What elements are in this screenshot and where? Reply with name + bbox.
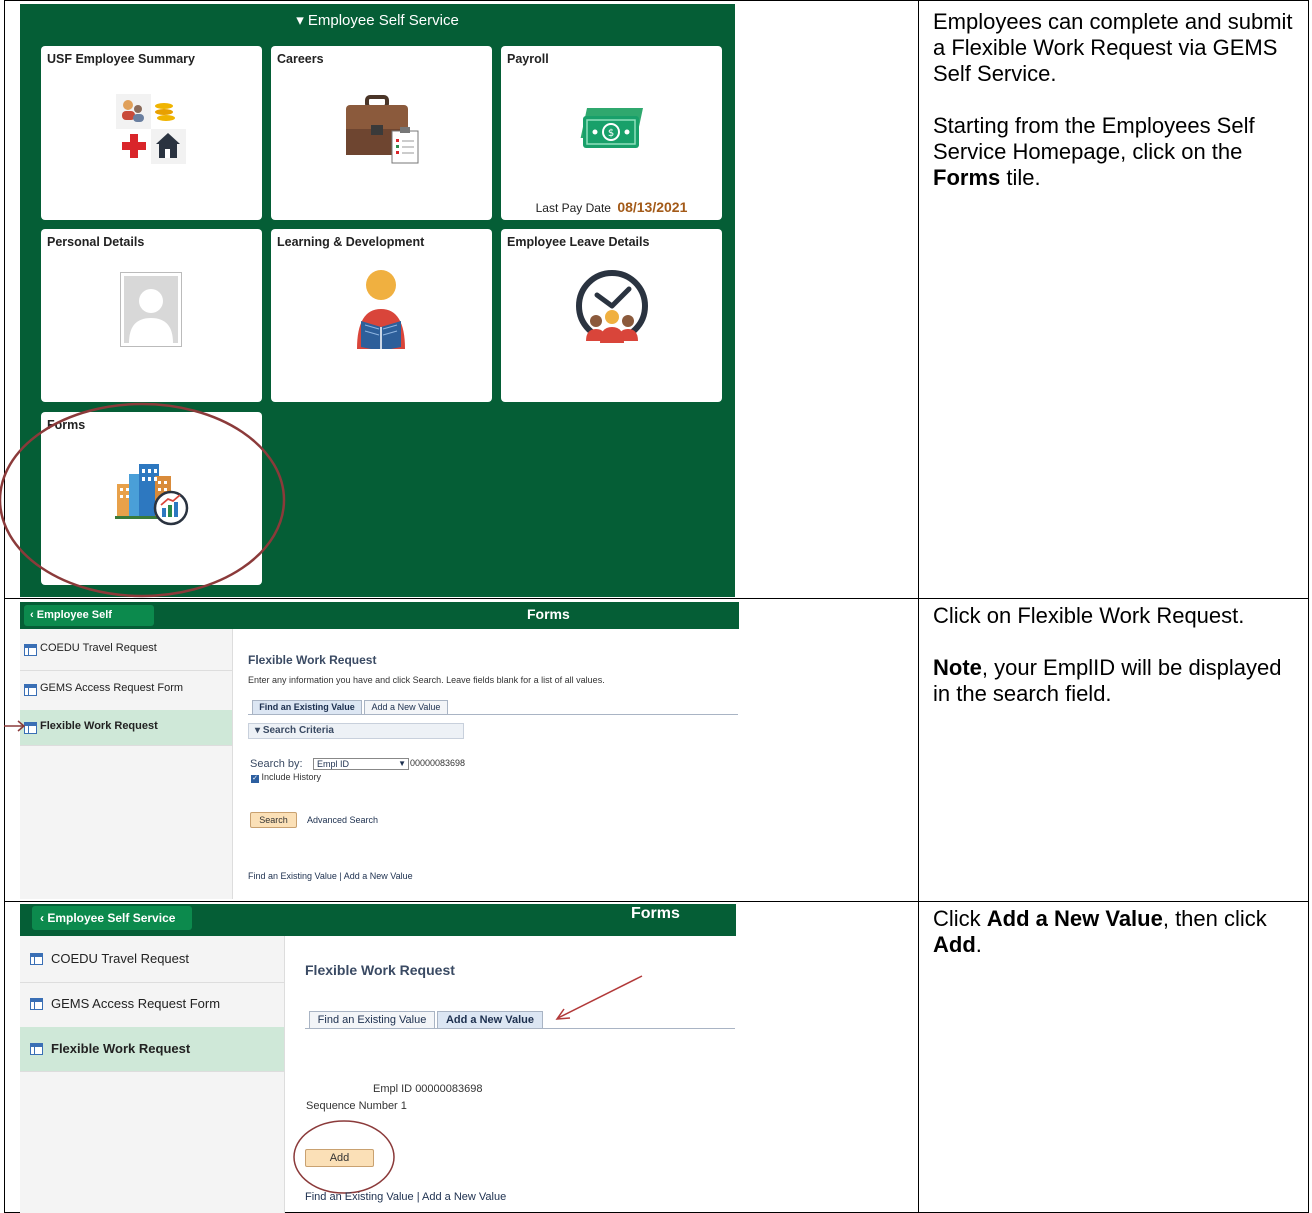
row2-footer-links: Find an Existing Value | Add a New Value [248, 871, 413, 881]
forms-callout-circle [0, 402, 286, 598]
add-callout-circle [293, 1120, 395, 1194]
last-pay-date: Last Pay Date 08/13/2021 [501, 199, 722, 215]
collapse-icon: ▾ [255, 725, 261, 736]
sidebar-item-flexible-work[interactable]: Flexible Work Request [20, 1027, 284, 1072]
svg-text:$: $ [608, 128, 614, 139]
component-icon [30, 1043, 43, 1055]
tile-learning-development[interactable]: Learning & Development [271, 229, 492, 402]
footer-find-link[interactable]: Find an Existing Value [305, 1191, 414, 1203]
tile-employee-leave-details[interactable]: Employee Leave Details [501, 229, 722, 402]
tile-careers[interactable]: Careers [271, 46, 492, 220]
component-icon [24, 644, 37, 656]
employee-summary-icon [116, 94, 186, 164]
arrow-icon [4, 720, 26, 732]
component-icon [30, 953, 43, 965]
row2-instruction-p1: Click on Flexible Work Request. [933, 603, 1245, 628]
chevron-down-icon: ▼ [398, 759, 406, 768]
empl-id-field: Empl ID 00000083698 [373, 1083, 482, 1095]
sidebar-item-coedu[interactable]: COEDU Travel Request [20, 936, 284, 983]
advanced-search-link[interactable]: Advanced Search [307, 815, 378, 825]
row2-instructions: Click on Flexible Work Request. Note, yo… [933, 603, 1293, 733]
component-title: Flexible Work Request [305, 962, 455, 978]
back-button[interactable]: ‹ Employee Self Service [32, 906, 192, 930]
tile-title: Learning & Development [277, 235, 425, 249]
briefcase-icon [346, 95, 419, 164]
tab-add-new[interactable]: Add a New Value [437, 1011, 543, 1029]
sequence-number-value[interactable]: 1 [401, 1100, 407, 1112]
reader-icon [357, 270, 405, 349]
row2-sidebar: COEDU Travel Request GEMS Access Request… [20, 629, 233, 899]
row1-instruction-p1: Employees can complete and submit a Flex… [933, 9, 1293, 86]
row3-instructions: Click Add a New Value, then click Add. [933, 906, 1293, 984]
include-history-checkbox[interactable]: ✓ Include History [251, 772, 321, 783]
sidebar-item-coedu[interactable]: COEDU Travel Request [20, 629, 232, 671]
tab-find-existing[interactable]: Find an Existing Value [309, 1011, 435, 1029]
arrow-icon [555, 975, 643, 1020]
footer-add-link[interactable]: Add a New Value [422, 1191, 506, 1203]
back-chevron-icon: ‹ [40, 911, 44, 925]
empl-id-label: Empl ID [373, 1083, 413, 1095]
sidebar-item-gems-access[interactable]: GEMS Access Request Form [20, 670, 232, 711]
component-icon [24, 684, 37, 696]
row3-instruction-p1: Click Add a New Value, then click Add. [933, 906, 1267, 957]
sequence-number-label: Sequence Number [306, 1100, 398, 1112]
tab-add-new[interactable]: Add a New Value [364, 700, 448, 715]
row2-instruction-p2: Note, your EmplID will be displayed in t… [933, 655, 1282, 706]
user-avatar-icon [120, 272, 182, 347]
empl-id-input[interactable]: 00000083698 [410, 758, 465, 768]
page-title: Forms [631, 905, 680, 922]
sidebar-item-gems-access[interactable]: GEMS Access Request Form [20, 982, 284, 1028]
component-title: Flexible Work Request [248, 653, 377, 667]
search-button[interactable]: Search [250, 812, 297, 828]
row1-instruction-p2: Starting from the Employees Self Service… [933, 113, 1255, 190]
tile-usf-employee-summary[interactable]: USF Employee Summary [41, 46, 262, 220]
row3-sidebar: COEDU Travel Request GEMS Access Request… [20, 936, 285, 1213]
footer-find-link[interactable]: Find an Existing Value [248, 871, 337, 881]
checkbox-checked-icon: ✓ [251, 775, 259, 783]
tile-title: Careers [277, 52, 324, 66]
empl-id-value: 00000083698 [415, 1083, 483, 1095]
help-text: Enter any information you have and click… [248, 675, 605, 685]
tile-title: USF Employee Summary [47, 52, 195, 66]
search-criteria-header[interactable]: ▾ Search Criteria [248, 723, 464, 739]
tile-title: Payroll [507, 52, 549, 66]
row3-footer-links: Find an Existing Value | Add a New Value [305, 1191, 507, 1203]
back-chevron-icon: ‹ [30, 609, 34, 621]
page-title: Forms [527, 606, 570, 622]
sidebar-item-flexible-work[interactable]: Flexible Work Request [20, 710, 232, 746]
tile-title: Employee Leave Details [507, 235, 650, 249]
search-by-select[interactable]: Empl ID ▼ [313, 758, 409, 770]
component-icon [30, 998, 43, 1010]
last-pay-value: 08/13/2021 [617, 199, 688, 215]
row1-instructions: Employees can complete and submit a Flex… [933, 9, 1293, 217]
tile-payroll[interactable]: Payroll $ Last Pay Date 08/13/2021 [501, 46, 722, 220]
last-pay-label: Last Pay Date [535, 201, 611, 215]
tile-personal-details[interactable]: Personal Details [41, 229, 262, 402]
footer-add-link[interactable]: Add a New Value [344, 871, 413, 881]
tile-title: Personal Details [47, 235, 145, 249]
ess-header[interactable]: ▾ Employee Self Service [20, 11, 735, 29]
clock-people-icon [576, 270, 648, 343]
back-button[interactable]: ‹ Employee Self Service [24, 605, 154, 642]
search-by-label: Search by: [250, 758, 303, 770]
money-icon: $ [580, 108, 643, 148]
sequence-number-field: Sequence Number 1 [306, 1100, 407, 1112]
tab-find-existing[interactable]: Find an Existing Value [252, 700, 362, 715]
